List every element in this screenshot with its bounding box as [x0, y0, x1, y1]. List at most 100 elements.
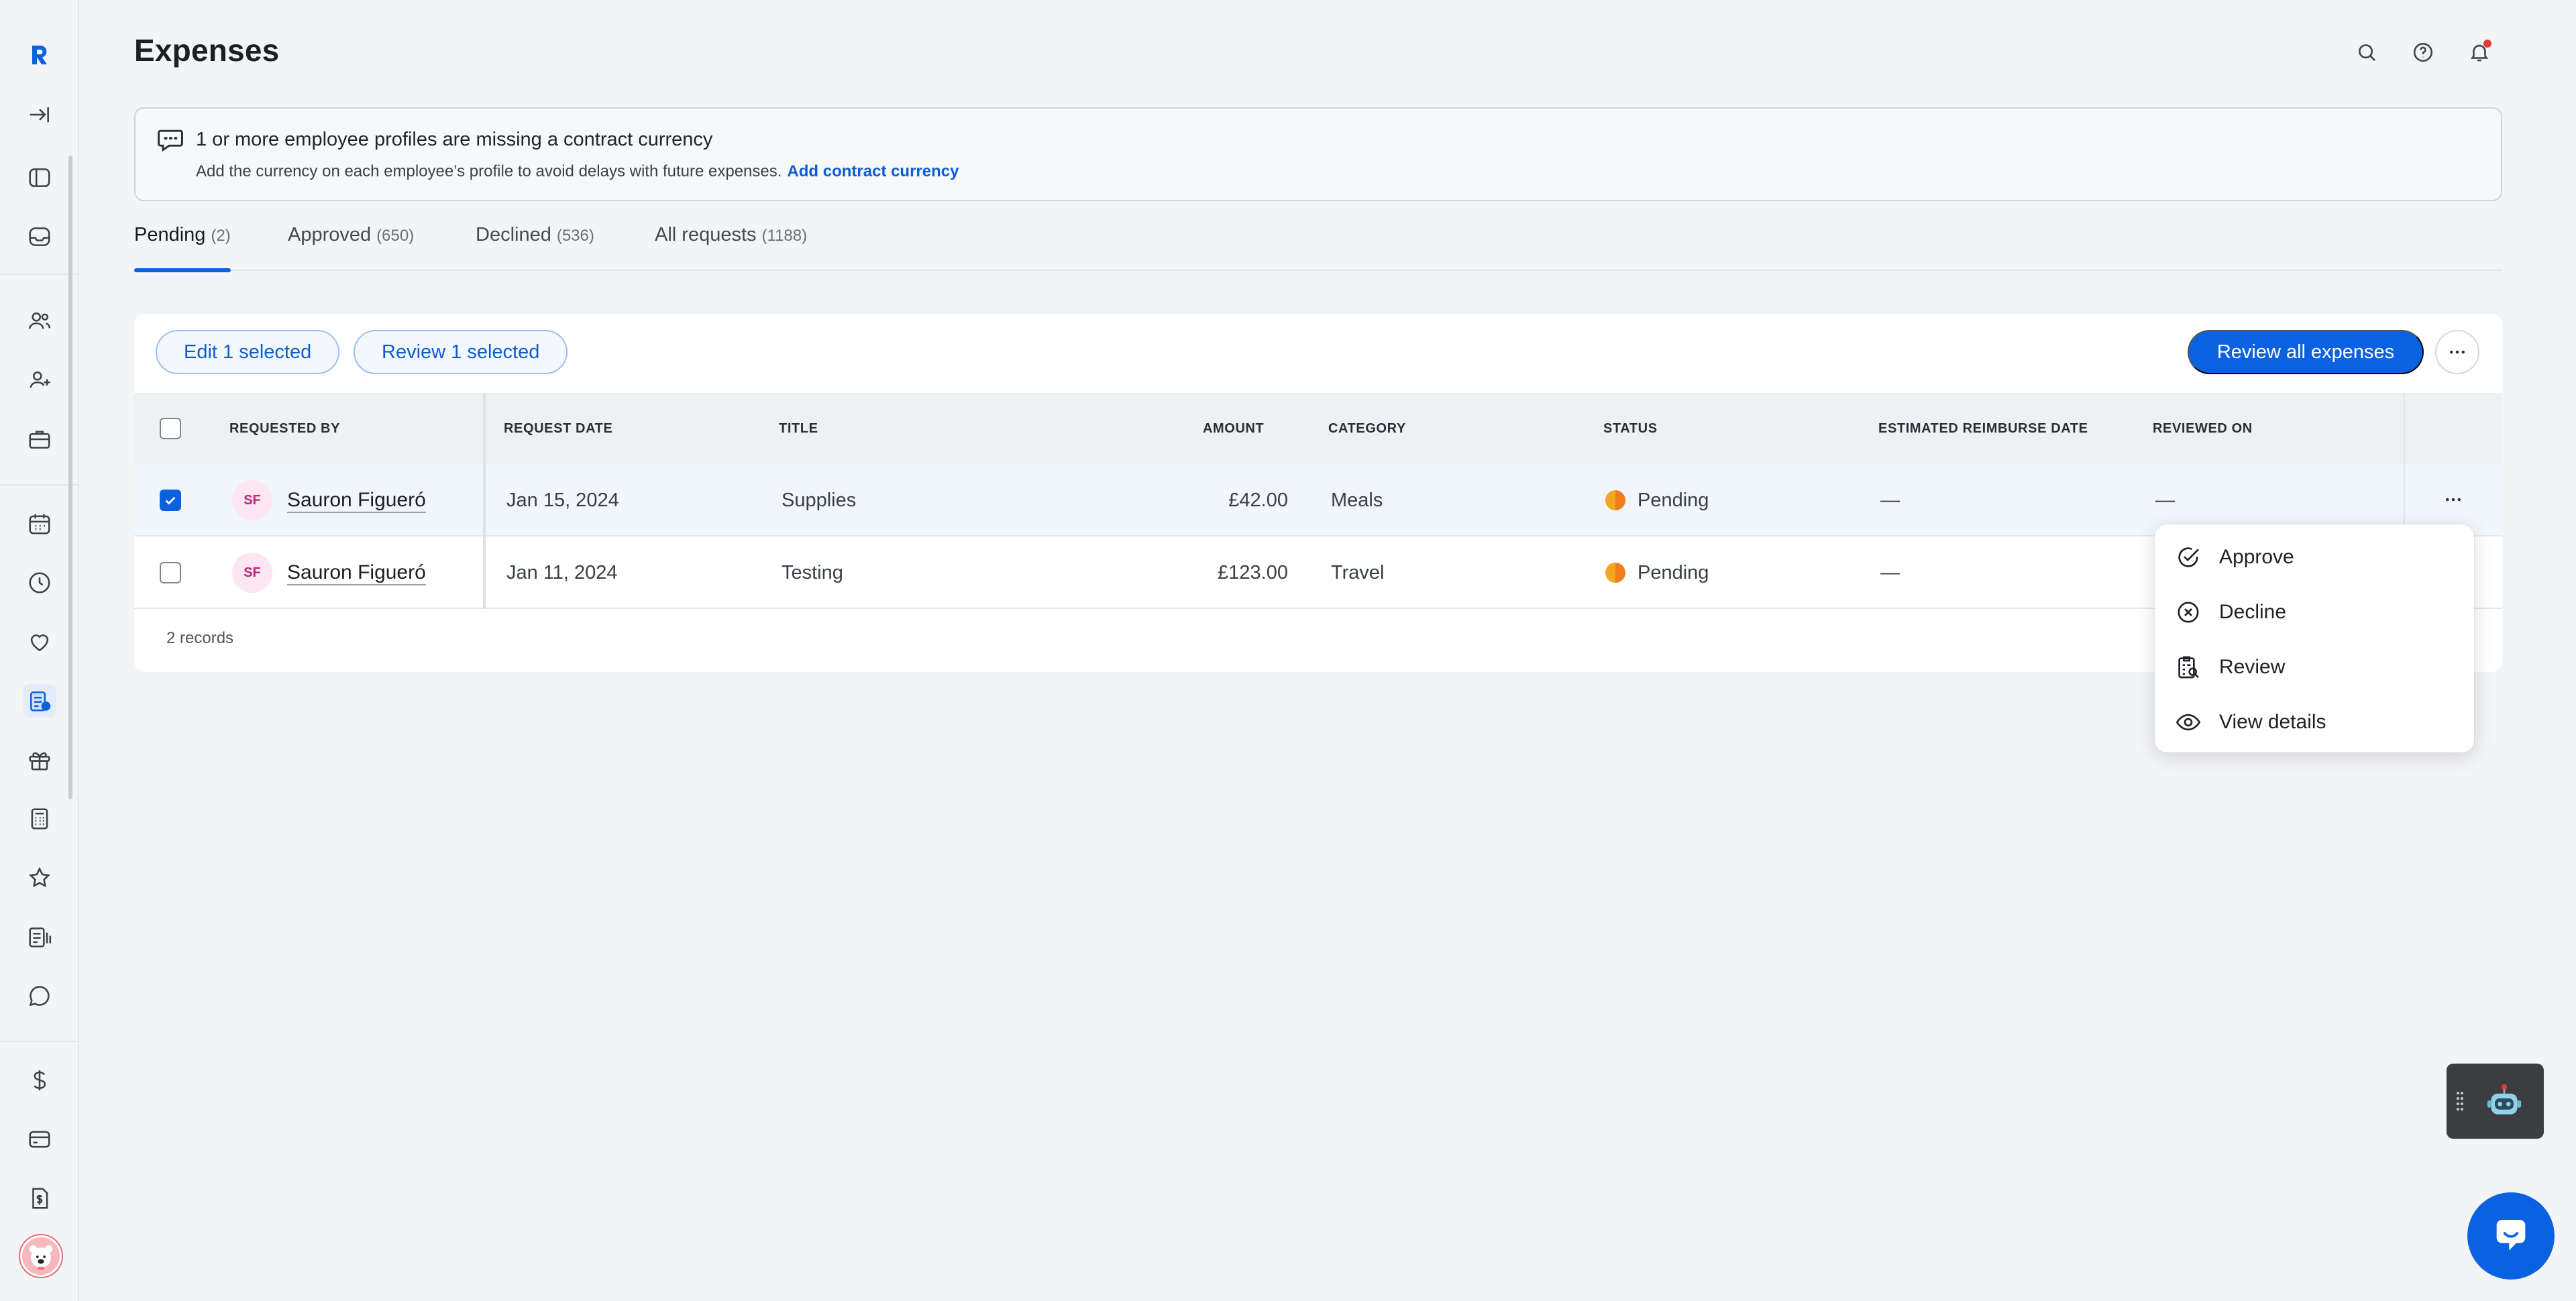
edit-selected-button[interactable]: Edit 1 selected — [156, 330, 340, 374]
title-cell: Testing — [782, 561, 843, 583]
menu-item-review[interactable]: Review — [2155, 640, 2474, 695]
heart-icon[interactable] — [23, 625, 56, 659]
drag-handle-icon[interactable] — [2456, 1090, 2464, 1113]
tab-label: All requests — [655, 224, 757, 245]
inbox-icon[interactable] — [23, 220, 56, 253]
requested-by-cell: SF Sauron Figueró — [232, 536, 426, 609]
app-logo[interactable] — [21, 36, 58, 74]
column-header[interactable]: STATUS — [1603, 393, 1658, 464]
menu-item-decline[interactable]: Decline — [2155, 585, 2474, 640]
menu-item-label: Review — [2219, 656, 2286, 678]
records-count: 2 records — [166, 629, 234, 647]
logo-icon — [32, 46, 47, 64]
column-header[interactable]: TITLE — [779, 393, 818, 464]
category-cell: Travel — [1331, 561, 1385, 583]
sidebar-scrollbar[interactable] — [68, 156, 72, 799]
avatar: SF — [232, 480, 272, 520]
tab-count: (1188) — [761, 227, 808, 245]
search-icon[interactable] — [2352, 38, 2381, 67]
clock-icon[interactable] — [23, 566, 56, 600]
amount-cell: £123.00 — [1218, 561, 1288, 583]
more-horizontal-icon — [2450, 350, 2465, 354]
status-cell: Pending — [1605, 464, 1709, 536]
menu-item-label: Decline — [2219, 601, 2287, 623]
expenses-icon[interactable] — [23, 684, 56, 718]
tab-all-requests[interactable]: All requests (1188) — [655, 224, 807, 271]
select-all-checkbox[interactable] — [160, 418, 181, 439]
x-circle-icon — [2178, 602, 2199, 623]
help-icon[interactable] — [2408, 38, 2438, 67]
user-avatar[interactable] — [20, 1235, 62, 1277]
sidebar-rail — [0, 0, 79, 1301]
page-title: Expenses — [134, 33, 280, 68]
tab-pending[interactable]: Pending (2) — [134, 224, 231, 272]
menu-item-label: View details — [2219, 711, 2326, 733]
column-header[interactable]: AMOUNT — [1203, 393, 1264, 464]
people-icon[interactable] — [23, 304, 56, 338]
reimburse-date-cell: — — [1880, 561, 1900, 583]
column-header[interactable]: REQUEST DATE — [504, 393, 612, 464]
column-header[interactable]: CATEGORY — [1328, 393, 1406, 464]
more-options-button[interactable] — [2435, 330, 2479, 374]
payroll-icon[interactable] — [23, 1182, 56, 1215]
add-contract-currency-link[interactable]: Add contract currency — [787, 162, 959, 180]
menu-item-label: Approve — [2219, 546, 2294, 568]
tab-count: (2) — [211, 227, 231, 245]
eye-icon — [2176, 714, 2201, 731]
expand-sidebar-icon[interactable] — [23, 98, 56, 131]
chat-bubble-icon[interactable] — [23, 979, 56, 1013]
review-all-expenses-button[interactable]: Review all expenses — [2188, 330, 2424, 374]
check-circle-icon — [2178, 547, 2199, 567]
banner-description-text: Add the currency on each employee’s prof… — [196, 162, 782, 180]
notifications-icon[interactable] — [2465, 38, 2494, 67]
row-checkbox[interactable] — [160, 562, 181, 583]
tab-declined[interactable]: Declined (536) — [476, 224, 594, 271]
review-selected-button[interactable]: Review 1 selected — [354, 330, 568, 374]
table-row[interactable]: SF Sauron Figueró Jan 11, 2024 Testing £… — [134, 536, 2502, 609]
add-person-icon[interactable] — [23, 363, 56, 397]
briefcase-icon[interactable] — [23, 422, 56, 456]
dollar-icon[interactable] — [23, 1064, 56, 1097]
chat-icon — [2496, 1220, 2526, 1251]
row-actions-button[interactable] — [2435, 482, 2471, 518]
notification-badge — [2483, 40, 2491, 48]
card-icon[interactable] — [23, 1123, 56, 1156]
support-chat-button[interactable] — [2467, 1192, 2555, 1280]
star-icon[interactable] — [23, 861, 56, 895]
title-cell: Supplies — [782, 489, 857, 511]
calculator-icon[interactable] — [23, 802, 56, 836]
dashboard-icon[interactable] — [23, 161, 56, 194]
status-tabs: Pending (2) Approved (650) Declined (536) A… — [134, 224, 2502, 272]
gift-icon[interactable] — [23, 743, 56, 777]
reports-icon[interactable] — [23, 920, 56, 954]
tab-count: (536) — [556, 227, 594, 245]
tab-label: Approved — [288, 224, 372, 245]
assistant-widget[interactable] — [2447, 1064, 2544, 1139]
pending-status-icon — [1605, 490, 1625, 510]
tab-approved[interactable]: Approved (650) — [288, 224, 414, 271]
missing-currency-banner: 1 or more employee profiles are missing … — [134, 107, 2502, 201]
message-icon — [158, 129, 183, 152]
status-label: Pending — [1638, 561, 1709, 583]
column-header[interactable]: REQUESTED BY — [229, 393, 340, 464]
more-horizontal-icon — [2446, 498, 2461, 502]
bear-avatar-icon — [29, 1245, 53, 1270]
column-header[interactable]: ESTIMATED REIMBURSE DATE — [1878, 393, 2088, 464]
tab-label: Declined — [476, 224, 551, 245]
robot-icon — [2487, 1084, 2522, 1115]
row-checkbox[interactable] — [160, 490, 181, 511]
menu-item-view-details[interactable]: View details — [2155, 695, 2474, 750]
request-date-cell: Jan 15, 2024 — [506, 489, 619, 511]
checkmark-icon — [165, 496, 176, 505]
frozen-column-divider — [483, 393, 486, 609]
banner-title: 1 or more employee profiles are missing … — [196, 129, 713, 150]
employee-name-link[interactable]: Sauron Figueró — [287, 489, 426, 512]
table-row[interactable]: SF Sauron Figueró Jan 15, 2024 Supplies … — [134, 464, 2502, 536]
menu-item-approve[interactable]: Approve — [2155, 530, 2474, 585]
status-label: Pending — [1638, 489, 1709, 511]
amount-cell: £42.00 — [1228, 489, 1288, 511]
employee-name-link[interactable]: Sauron Figueró — [287, 561, 426, 584]
pending-status-icon — [1605, 563, 1625, 583]
column-header[interactable]: REVIEWED ON — [2153, 393, 2253, 464]
calendar-icon[interactable] — [23, 507, 56, 541]
